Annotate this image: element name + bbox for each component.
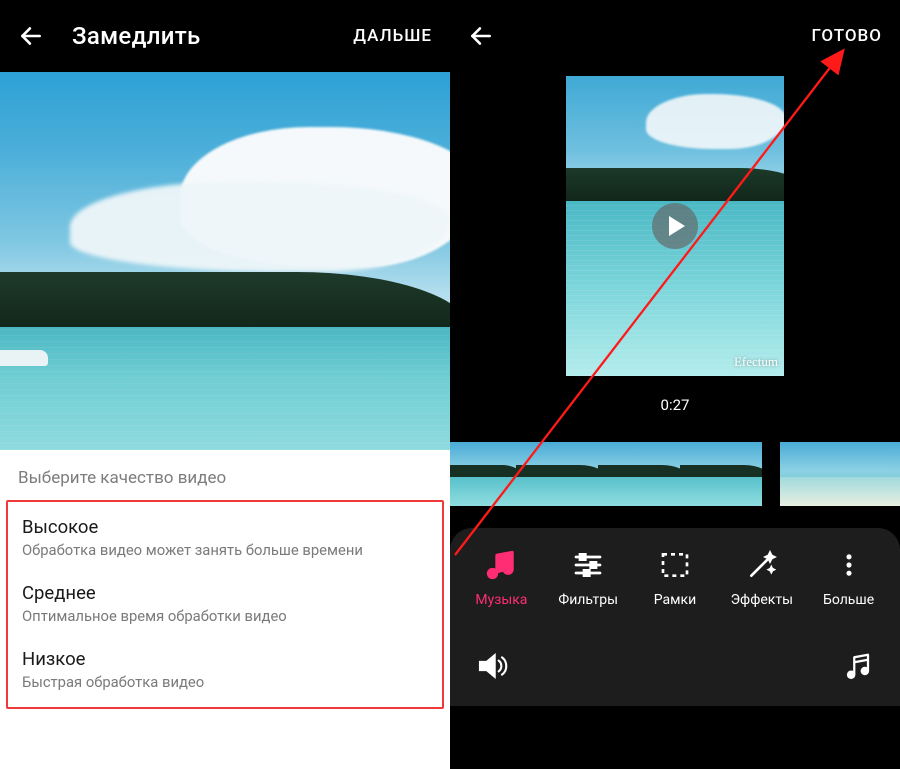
right-screen: ГОТОВО Efectum 0:27 <box>450 0 900 769</box>
video-timestamp: 0:27 <box>661 396 690 414</box>
next-button[interactable]: ДАЛЬШЕ <box>353 26 432 46</box>
play-icon[interactable] <box>652 203 698 249</box>
timeline-thumb[interactable] <box>850 442 900 506</box>
tool-more[interactable]: Больше <box>813 548 885 608</box>
video-preview-large <box>0 72 450 450</box>
left-screen: Замедлить ДАЛЬШЕ Выберите качество видео… <box>0 0 450 769</box>
quality-option-title: Среднее <box>22 582 428 604</box>
quality-panel: Выберите качество видео Высокое Обработк… <box>0 450 450 727</box>
more-vertical-icon <box>832 548 866 582</box>
magic-wand-icon <box>745 548 779 582</box>
quality-option-subtitle: Обработка видео может занять больше врем… <box>22 542 428 560</box>
tool-label: Фильтры <box>558 592 618 608</box>
quality-option-title: Высокое <box>22 516 428 538</box>
quality-options-box: Высокое Обработка видео может занять бол… <box>6 500 444 709</box>
tool-label: Больше <box>823 592 874 608</box>
tool-label: Рамки <box>654 592 696 608</box>
quality-option-medium[interactable]: Среднее Оптимальное время обработки виде… <box>8 572 442 638</box>
editor-toolbar: Музыка Фильтры Рамки Эффекты <box>450 528 900 626</box>
volume-icon[interactable] <box>474 648 510 684</box>
quality-heading: Выберите качество видео <box>0 468 450 500</box>
timeline-thumb[interactable] <box>516 442 598 506</box>
quality-option-low[interactable]: Низкое Быстрая обработка видео <box>8 638 442 704</box>
timeline-thumb[interactable] <box>450 442 516 506</box>
left-header: Замедлить ДАЛЬШЕ <box>0 0 450 72</box>
timeline-thumb[interactable] <box>780 442 850 506</box>
tool-filters[interactable]: Фильтры <box>552 548 624 608</box>
quality-option-subtitle: Быстрая обработка видео <box>22 674 428 692</box>
done-button[interactable]: ГОТОВО <box>811 26 882 46</box>
quality-option-subtitle: Оптимальное время обработки видео <box>22 608 428 626</box>
back-icon[interactable] <box>18 23 44 49</box>
timeline-thumb[interactable] <box>598 442 680 506</box>
tool-effects[interactable]: Эффекты <box>726 548 798 608</box>
tool-label: Эффекты <box>731 592 793 608</box>
timeline-thumb[interactable] <box>680 442 762 506</box>
music-note-icon <box>484 548 518 582</box>
quality-option-title: Низкое <box>22 648 428 670</box>
frame-icon <box>658 548 692 582</box>
music-track-icon[interactable] <box>840 648 876 684</box>
bottom-bar <box>450 626 900 706</box>
watermark-text: Efectum <box>734 354 778 370</box>
timeline-thumbnails[interactable] <box>450 442 900 506</box>
back-icon[interactable] <box>468 23 494 49</box>
sliders-icon <box>571 548 605 582</box>
video-preview-small[interactable]: Efectum <box>566 76 784 376</box>
preview-area: Efectum 0:27 <box>450 72 900 414</box>
tool-music[interactable]: Музыка <box>465 548 537 608</box>
right-header: ГОТОВО <box>450 0 900 72</box>
quality-option-high[interactable]: Высокое Обработка видео может занять бол… <box>8 506 442 572</box>
tool-label: Музыка <box>475 592 527 608</box>
tool-frames[interactable]: Рамки <box>639 548 711 608</box>
screen-title: Замедлить <box>72 22 353 50</box>
